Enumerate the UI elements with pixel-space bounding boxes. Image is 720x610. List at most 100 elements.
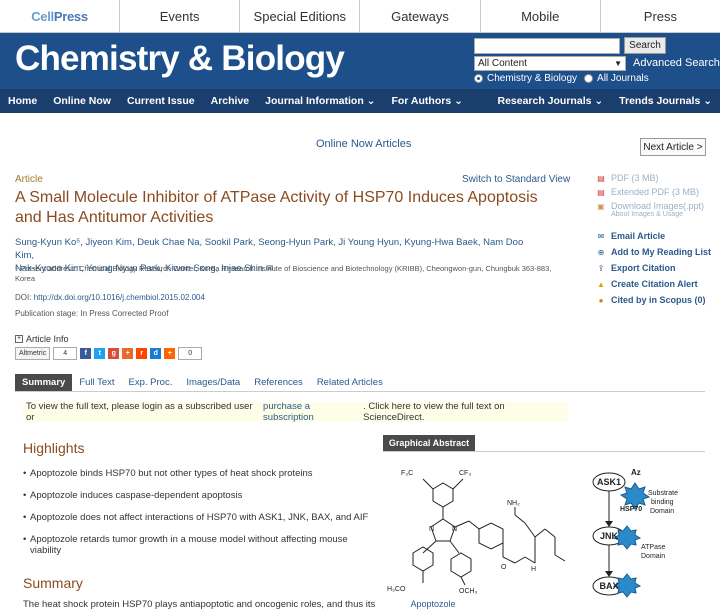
export-citation-link[interactable]: ⇪ Export Citation (596, 260, 716, 276)
label-nh2: NH₂ (507, 500, 520, 507)
label-hsp70: HSP70 (620, 506, 642, 513)
label-h: H (531, 566, 536, 573)
twitter-icon[interactable]: t (94, 348, 106, 359)
top-bar: Cell Press Events Special Editions Gatewa… (0, 0, 720, 33)
summary-heading: Summary (23, 575, 83, 591)
phenyl-ring-left (412, 546, 434, 572)
search-input[interactable] (474, 38, 620, 54)
tab-full-text[interactable]: Full Text (72, 374, 121, 391)
label-bax: BAX (599, 581, 618, 591)
label-f3c: F₃C (401, 470, 413, 477)
authors-line-1[interactable]: Sung-Kyun Ko⁵, Jiyeon Kim, Deuk Chae Na,… (15, 236, 535, 262)
tab-related-articles[interactable]: Related Articles (310, 374, 390, 391)
image-icon: ▣ (597, 201, 605, 211)
topnav-special-editions[interactable]: Special Editions (240, 0, 361, 32)
journal-title[interactable]: Chemistry & Biology (15, 39, 345, 79)
nav-for-authors[interactable]: For Authors ⌄ (383, 95, 470, 107)
tab-exp-proc[interactable]: Exp. Proc. (122, 374, 180, 391)
add-icon[interactable]: + (164, 348, 176, 359)
about-images-link[interactable]: About Images & Usage (611, 211, 716, 218)
pdf-link[interactable]: ▤ PDF (3 MB) (596, 171, 716, 185)
nav-current-issue[interactable]: Current Issue (119, 95, 203, 107)
label-o: O (501, 564, 507, 571)
topnav-press[interactable]: Press (601, 0, 720, 32)
label-n-1: N (429, 526, 434, 533)
topnav-gateways[interactable]: Gateways (360, 0, 481, 32)
export-label: Export Citation (611, 263, 676, 273)
doi-link[interactable]: http://dx.doi.org/10.1016/j.chembiol.201… (34, 293, 205, 302)
reddit-icon[interactable]: r (136, 348, 148, 359)
google-plus-icon[interactable]: g (108, 348, 120, 359)
top-nav: Events Special Editions Gateways Mobile … (120, 0, 720, 32)
publication-stage: Publication stage: In Press Corrected Pr… (15, 309, 169, 318)
label-ask1: ASK1 (597, 477, 621, 487)
chevron-down-icon: ▼ (614, 59, 622, 68)
summary-text: The heat shock protein HSP70 plays antia… (23, 599, 376, 610)
phenyl-ring-right (450, 552, 472, 578)
share-icon[interactable]: + (122, 348, 134, 359)
label-h3co: H₃CO (387, 586, 406, 593)
graphical-abstract-tab[interactable]: Graphical Abstract (383, 435, 475, 451)
pdf-label: PDF (3 MB) (611, 173, 659, 183)
purchase-subscription-link[interactable]: purchase a subscription (263, 401, 363, 423)
facebook-icon[interactable]: f (80, 348, 92, 359)
nav-online-now[interactable]: Online Now (45, 95, 119, 107)
radio-all-label: All Journals (597, 73, 649, 84)
search-scope-value: All Content (478, 58, 527, 69)
topnav-events[interactable]: Events (120, 0, 241, 32)
radio-journal-label: Chemistry & Biology (487, 73, 578, 84)
label-substrate: Substrate (648, 490, 678, 497)
article-type-label: Article (15, 174, 43, 185)
advanced-search-link[interactable]: Advanced Search (633, 57, 720, 69)
label-och3: OCH₃ (459, 588, 478, 595)
label-cf3: CF₃ (459, 470, 471, 477)
search-radio-group: Chemistry & Biology All Journals (474, 73, 649, 84)
scopus-link[interactable]: ● Cited by in Scopus (0) (596, 292, 716, 308)
extended-pdf-link[interactable]: ▤ Extended PDF (3 MB) (596, 185, 716, 199)
article-title: A Small Molecule Inhibitor of ATPase Act… (15, 189, 538, 226)
cellpress-logo[interactable]: Cell Press (0, 0, 120, 32)
switch-view-link[interactable]: Switch to Standard View (462, 174, 570, 185)
label-n-2: N (452, 526, 457, 533)
altmetric-badge[interactable]: Altmetric (15, 347, 51, 360)
doi-line: DOI: http://dx.doi.org/10.1016/j.chembio… (15, 293, 205, 302)
tab-summary[interactable]: Summary (15, 374, 73, 391)
radio-all-journals[interactable] (584, 74, 594, 83)
nav-trends-journals[interactable]: Trends Journals ⌄ (611, 95, 720, 107)
subscription-notice: To view the full text, please login as a… (23, 401, 568, 423)
tab-images-data[interactable]: Images/Data (179, 374, 247, 391)
extended-pdf-label: Extended PDF (3 MB) (611, 187, 700, 197)
list-item: Apoptozole does not affect interactions … (23, 512, 373, 523)
download-images-label: Download Images(.ppt) (611, 201, 705, 211)
graphical-abstract-image[interactable]: F₃C CF₃ N N H₃CO OCH₃ O H NH₂ Az HSP70 S… (383, 461, 705, 610)
nav-home[interactable]: Home (0, 95, 45, 107)
article-info-toggle[interactable]: + Article Info (15, 334, 69, 344)
citation-alert-link[interactable]: ▲ Create Citation Alert (596, 276, 716, 292)
scopus-label: Cited by in Scopus (0) (611, 295, 706, 305)
graphical-abstract-divider (383, 451, 705, 452)
article-tabs: Summary Full Text Exp. Proc. Images/Data… (15, 374, 705, 392)
list-item: Apoptozole induces caspase-dependent apo… (23, 490, 373, 501)
nav-archive[interactable]: Archive (203, 95, 258, 107)
highlights-list: Apoptozole binds HSP70 but not other typ… (23, 468, 373, 567)
notice-text-a: To view the full text, please login as a… (26, 401, 253, 423)
search-button[interactable]: Search (624, 37, 666, 54)
next-article-button[interactable]: Next Article > (640, 138, 706, 156)
email-icon: ✉ (597, 231, 605, 241)
nav-journal-information[interactable]: Journal Information ⌄ (257, 95, 383, 107)
search-scope-select[interactable]: All Content ▼ (474, 56, 626, 71)
email-article-link[interactable]: ✉ Email Article (596, 228, 716, 244)
radio-journal[interactable] (474, 74, 483, 83)
article-content: Online Now Articles Next Article > Artic… (0, 113, 720, 610)
online-now-link[interactable]: Online Now Articles (316, 138, 411, 150)
digg-icon[interactable]: d (150, 348, 162, 359)
topnav-mobile[interactable]: Mobile (481, 0, 601, 32)
article-info-label: Article Info (26, 334, 69, 344)
share-count: 0 (178, 347, 203, 360)
nav-research-journals[interactable]: Research Journals ⌄ (489, 95, 611, 107)
tab-references[interactable]: References (247, 374, 310, 391)
reading-list-link[interactable]: ⊕ Add to My Reading List (596, 244, 716, 260)
logo-part-a: Cell (31, 8, 54, 24)
phenyl-ring-top (432, 482, 454, 508)
reading-list-label: Add to My Reading List (611, 247, 711, 257)
